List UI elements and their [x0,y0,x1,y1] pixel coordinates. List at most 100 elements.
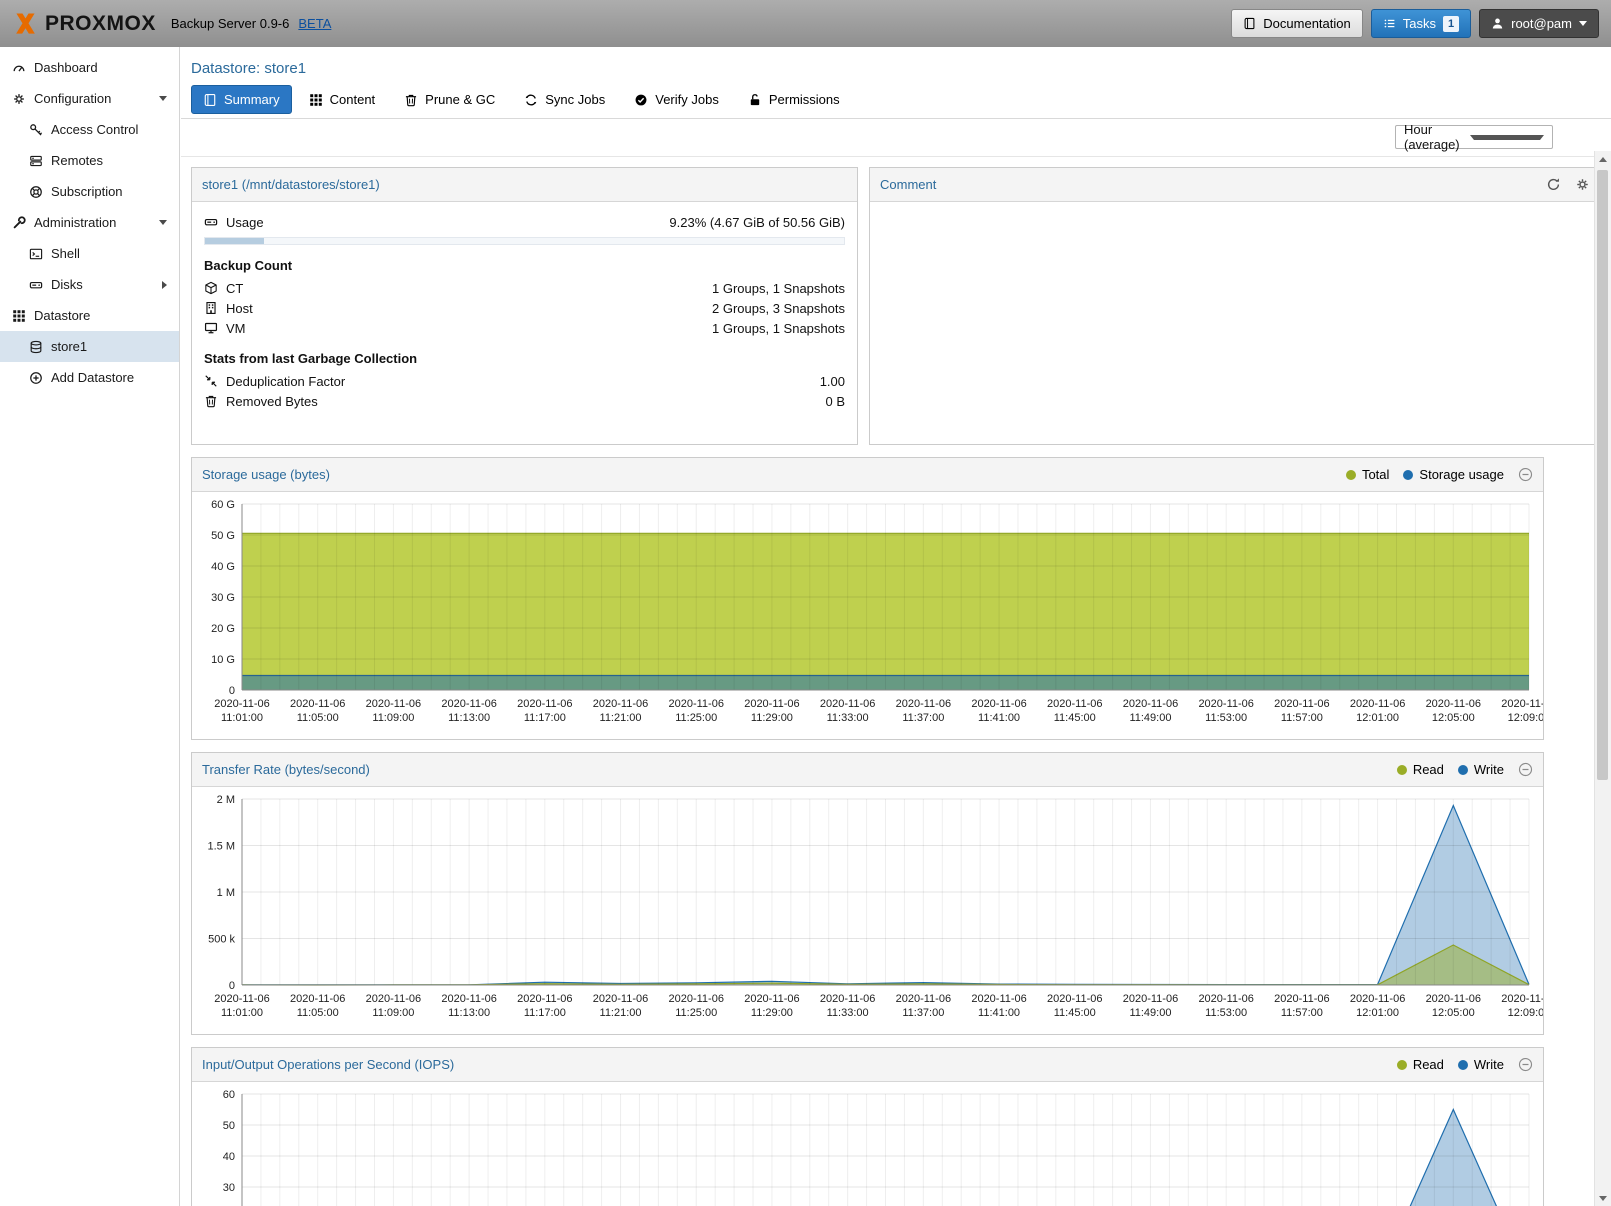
sidebar-item-disks[interactable]: Disks [0,269,179,300]
sidebar-item-datastore[interactable]: Datastore [0,300,179,331]
expander-down-icon[interactable] [159,220,167,225]
svg-text:11:37:00: 11:37:00 [902,1007,944,1019]
svg-text:11:17:00: 11:17:00 [524,712,566,724]
desktop-icon [204,321,218,335]
sidebar-item-access-control[interactable]: Access Control [0,114,179,145]
tasks-badge: 1 [1443,16,1459,32]
proxmox-backup-app: PROXMOX Backup Server 0.9-6 BETA Documen… [0,0,1611,1206]
book-icon [1243,17,1256,30]
usage-row: Usage 9.23% (4.67 GiB of 50.56 GiB) [204,212,845,232]
tab-summary[interactable]: Summary [191,85,292,114]
svg-text:2020-11-06: 2020-11-06 [1501,993,1543,1005]
user-menu-button[interactable]: root@pam [1479,9,1599,38]
charts-section: Storage usage (bytes) Total Storage usage… [191,457,1601,1206]
comment-panel: Comment [869,167,1601,445]
legend-read[interactable]: Read [1397,762,1444,777]
tasks-button[interactable]: Tasks 1 [1371,9,1471,38]
legend-read[interactable]: Read [1397,1057,1444,1072]
tab-prune-gc[interactable]: Prune & GC [392,85,507,114]
svg-text:2020-11-06: 2020-11-06 [1047,993,1102,1005]
expander-right-icon[interactable] [162,281,167,289]
svg-text:11:17:00: 11:17:00 [524,1007,566,1019]
sidebar-item-shell[interactable]: Shell [0,238,179,269]
svg-text:2020-11-06: 2020-11-06 [290,698,345,710]
svg-text:11:25:00: 11:25:00 [675,712,717,724]
svg-text:10 G: 10 G [211,654,235,666]
tab-content[interactable]: Content [297,85,388,114]
sidebar-item-subscription[interactable]: Subscription [0,176,179,207]
svg-text:2020-11-06: 2020-11-06 [593,993,648,1005]
svg-text:11:05:00: 11:05:00 [297,1007,339,1019]
svg-text:2020-11-06: 2020-11-06 [1123,698,1178,710]
svg-text:2020-11-06: 2020-11-06 [820,698,875,710]
svg-text:11:57:00: 11:57:00 [1281,1007,1323,1019]
tab-verify-jobs[interactable]: Verify Jobs [622,85,731,114]
sidebar-item-administration[interactable]: Administration [0,207,179,238]
svg-text:2 M: 2 M [217,794,235,806]
svg-text:2020-11-06: 2020-11-06 [366,698,421,710]
scrollbar-thumb[interactable] [1597,170,1608,780]
comment-body[interactable] [870,202,1600,222]
svg-text:11:49:00: 11:49:00 [1129,712,1171,724]
documentation-button[interactable]: Documentation [1231,9,1362,38]
legend-storage-usage[interactable]: Storage usage [1403,467,1504,482]
page-title: Datastore: store1 [191,60,1601,77]
stat-row-ct: CT1 Groups, 1 Snapshots [204,278,845,298]
svg-text:2020-11-06: 2020-11-06 [441,993,496,1005]
scroll-down-button[interactable] [1595,1190,1611,1206]
chart-title: Storage usage (bytes) [202,467,330,482]
beta-link[interactable]: BETA [298,16,331,31]
sidebar: DashboardConfigurationAccess ControlRemo… [0,47,180,1206]
header-actions: Documentation Tasks 1 root@pam [1231,9,1599,38]
chevron-down-icon [1579,21,1587,26]
list-icon [1383,17,1396,30]
gear-icon[interactable] [1575,177,1590,192]
chart-title: Input/Output Operations per Second (IOPS… [202,1057,454,1072]
svg-text:2020-11-06: 2020-11-06 [744,698,799,710]
svg-text:0: 0 [229,980,235,992]
svg-text:11:01:00: 11:01:00 [221,712,263,724]
chart-panel-input-output-operations-per-second-iops: Input/Output Operations per Second (IOPS… [191,1047,1544,1206]
refresh-icon[interactable] [1546,177,1561,192]
sidebar-item-add-datastore[interactable]: Add Datastore [0,362,179,393]
collapse-chart-icon[interactable] [1518,762,1533,777]
svg-text:2020-11-06: 2020-11-06 [290,993,345,1005]
sidebar-item-store1[interactable]: store1 [0,331,179,362]
svg-text:11:01:00: 11:01:00 [221,1007,263,1019]
svg-text:2020-11-06: 2020-11-06 [896,993,951,1005]
sidebar-item-remotes[interactable]: Remotes [0,145,179,176]
stat-row-deduplication-factor: Deduplication Factor1.00 [204,371,845,391]
svg-text:50: 50 [223,1120,235,1132]
collapse-chart-icon[interactable] [1518,467,1533,482]
range-select[interactable]: Hour (average) [1395,125,1553,149]
vertical-scrollbar[interactable] [1594,151,1611,1206]
svg-text:11:41:00: 11:41:00 [978,712,1020,724]
usage-value: 9.23% (4.67 GiB of 50.56 GiB) [669,215,845,230]
gears-icon [12,92,26,106]
legend-total[interactable]: Total [1346,467,1389,482]
svg-text:11:13:00: 11:13:00 [448,1007,490,1019]
legend-write[interactable]: Write [1458,1057,1504,1072]
legend-write[interactable]: Write [1458,762,1504,777]
svg-text:12:05:00: 12:05:00 [1432,712,1475,724]
svg-text:2020-11-06: 2020-11-06 [971,698,1026,710]
grid-icon [309,93,323,107]
tab-permissions[interactable]: Permissions [736,85,852,114]
svg-text:2020-11-06: 2020-11-06 [214,698,269,710]
database-icon [29,340,43,354]
tab-sync-jobs[interactable]: Sync Jobs [512,85,617,114]
svg-text:11:45:00: 11:45:00 [1054,712,1096,724]
expander-down-icon[interactable] [159,96,167,101]
hdd-icon [29,278,43,292]
user-icon [1491,17,1504,30]
scroll-up-button[interactable] [1595,151,1611,167]
collapse-chart-icon[interactable] [1518,1057,1533,1072]
svg-text:2020-11-06: 2020-11-06 [744,993,799,1005]
svg-text:2020-11-06: 2020-11-06 [1501,698,1543,710]
sidebar-item-dashboard[interactable]: Dashboard [0,52,179,83]
svg-text:12:09:00: 12:09:00 [1508,1007,1543,1019]
tab-bar: SummaryContentPrune & GCSync JobsVerify … [181,85,1611,119]
compress-icon [204,374,218,388]
proxmox-logo: PROXMOX [12,12,156,36]
sidebar-item-configuration[interactable]: Configuration [0,83,179,114]
